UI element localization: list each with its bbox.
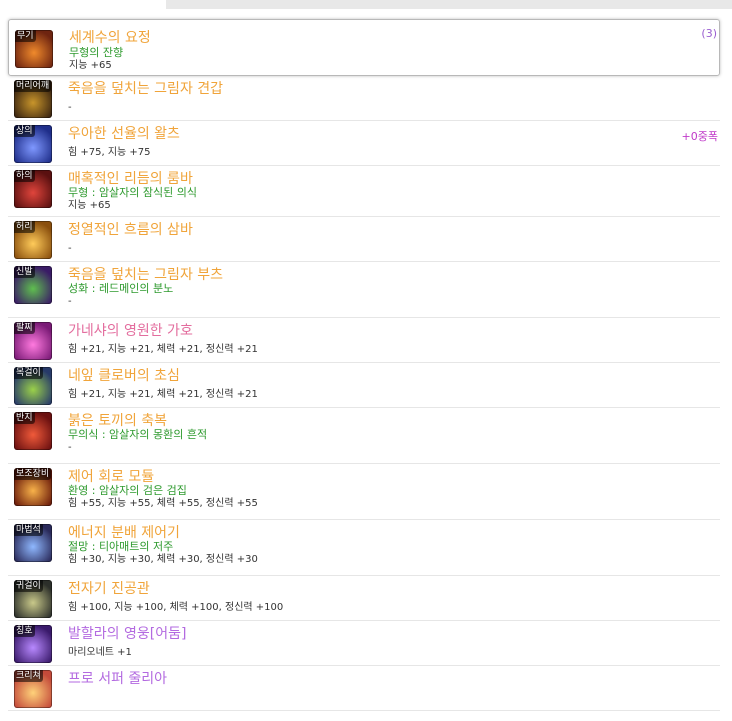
item-name[interactable]: 우아한 선율의 왈츠 [68,125,180,143]
slot-label: 허리 [14,221,35,233]
item-amplify: +0중폭 [681,130,718,143]
item-stats: 힘 +100, 지능 +100, 체력 +100, 정신력 +100 [68,602,284,613]
equipment-row[interactable]: 무기 세계수의 요정 무형의 잔향 지능 +65 (3) [8,19,720,76]
item-stats: - [68,296,72,307]
equipment-row[interactable]: 머리어깨 죽음을 덮치는 그림자 견갑 - [8,76,720,121]
slot-label: 칭호 [14,625,35,637]
equipment-row[interactable]: 보조장비 제어 회로 모듈 환영 : 암살자의 검은 검집 힘 +55, 지능 +55… [8,464,720,520]
item-stats: 힘 +75, 지능 +75 [68,147,151,158]
equipment-row[interactable]: 목걸이 네잎 클로버의 초심힘 +21, 지능 +21, 체력 +21, 정신력 … [8,363,720,408]
item-potential: 무형의 잔향 [69,46,124,59]
equipment-row[interactable]: 신발 죽음을 덮치는 그림자 부츠 성화 : 레드메인의 분노 - [8,262,720,318]
item-potential: 성화 : 레드메인의 분노 [68,282,174,295]
equipment-list: 무기 세계수의 요정 무형의 잔향 지능 +65 (3) 머리어깨 죽음을 덮치는 그림자 … [8,19,720,711]
item-name[interactable]: 발할라의 영웅[어둠] [68,625,186,643]
item-icon[interactable]: 신발 [14,266,52,304]
item-stats: 지능 +65 [69,60,112,71]
item-icon[interactable]: 반지 [14,412,52,450]
item-icon[interactable]: 보조장비 [14,468,52,506]
slot-label: 마법석 [14,524,43,536]
item-name[interactable]: 죽음을 덮치는 그림자 견갑 [68,80,223,98]
equipment-row[interactable]: 칭호 발할라의 영웅[어둠] 마리오네트 +1 [8,621,720,666]
item-icon[interactable]: 하의 [14,170,52,208]
item-count: (3) [701,27,717,40]
item-stats: - [68,102,72,113]
item-icon[interactable]: 팔찌 [14,322,52,360]
item-stats: 힘 +30, 지능 +30, 체력 +30, 정신력 +30 [68,554,258,565]
equipment-row[interactable]: 마법석 에너지 분배 제어기 절망 : 티아매트의 저주 힘 +30, 지능 +30,… [8,520,720,576]
item-icon[interactable]: 목걸이 [14,367,52,405]
equipment-row[interactable]: 상의 우아한 선율의 왈츠힘 +75, 지능 +75 +0중폭 [8,121,720,166]
item-icon[interactable]: 무기 [15,30,53,68]
slot-label: 머리어깨 [14,80,52,92]
item-stats: 마리오네트 +1 [68,647,132,658]
item-stats: 힘 +21, 지능 +21, 체력 +21, 정신력 +21 [68,344,258,355]
item-icon[interactable]: 머리어깨 [14,80,52,118]
item-name[interactable]: 네잎 클로버의 초심 [68,367,180,385]
equipment-row[interactable]: 하의 매혹적인 리듬의 룸바 무형 : 암살자의 잠식된 의식 지능 +65 [8,166,720,217]
item-icon[interactable]: 크리쳐 [14,670,52,708]
slot-label: 크리쳐 [14,670,43,682]
equipment-row[interactable]: 팔찌 가네샤의 영원한 가호힘 +21, 지능 +21, 체력 +21, 정신력 … [8,318,720,363]
slot-label: 무기 [15,30,36,42]
top-scrollbar-strip [166,0,732,9]
item-icon[interactable]: 허리 [14,221,52,259]
item-name[interactable]: 전자기 진공관 [68,580,150,598]
item-icon[interactable]: 상의 [14,125,52,163]
item-potential: 무형 : 암살자의 잠식된 의식 [68,186,198,199]
item-potential: 절망 : 티아매트의 저주 [68,540,174,553]
equipment-row[interactable]: 귀걸이 전자기 진공관힘 +100, 지능 +100, 체력 +100, 정신력 … [8,576,720,621]
item-stats: - [68,442,72,453]
item-stats: 힘 +21, 지능 +21, 체력 +21, 정신력 +21 [68,389,258,400]
item-potential: 무의식 : 암살자의 몽환의 흔적 [68,428,208,441]
item-name[interactable]: 가네샤의 영원한 가호 [68,322,193,340]
slot-label: 반지 [14,412,35,424]
item-potential: 환영 : 암살자의 검은 검집 [68,484,187,497]
slot-label: 보조장비 [14,468,52,480]
equipment-row[interactable]: 허리 정열적인 흐름의 삼바 - [8,217,720,262]
item-name[interactable]: 정열적인 흐름의 삼바 [68,221,193,239]
slot-label: 신발 [14,266,35,278]
slot-label: 하의 [14,170,35,182]
equipment-row[interactable]: 반지 붉은 토끼의 축복 무의식 : 암살자의 몽환의 흔적 - [8,408,720,464]
slot-label: 귀걸이 [14,580,43,592]
item-stats: 지능 +65 [68,200,111,211]
item-stats: - [68,243,72,254]
equipment-row[interactable]: 크리쳐 프로 서퍼 줄리아 [8,666,720,711]
item-name[interactable]: 프로 서퍼 줄리아 [68,670,167,688]
item-icon[interactable]: 마법석 [14,524,52,562]
item-name[interactable]: 세계수의 요정 [69,29,151,47]
slot-label: 상의 [14,125,35,137]
item-icon[interactable]: 귀걸이 [14,580,52,618]
item-icon[interactable]: 칭호 [14,625,52,663]
slot-label: 목걸이 [14,367,43,379]
item-stats: 힘 +55, 지능 +55, 체력 +55, 정신력 +55 [68,498,258,509]
slot-label: 팔찌 [14,322,35,334]
